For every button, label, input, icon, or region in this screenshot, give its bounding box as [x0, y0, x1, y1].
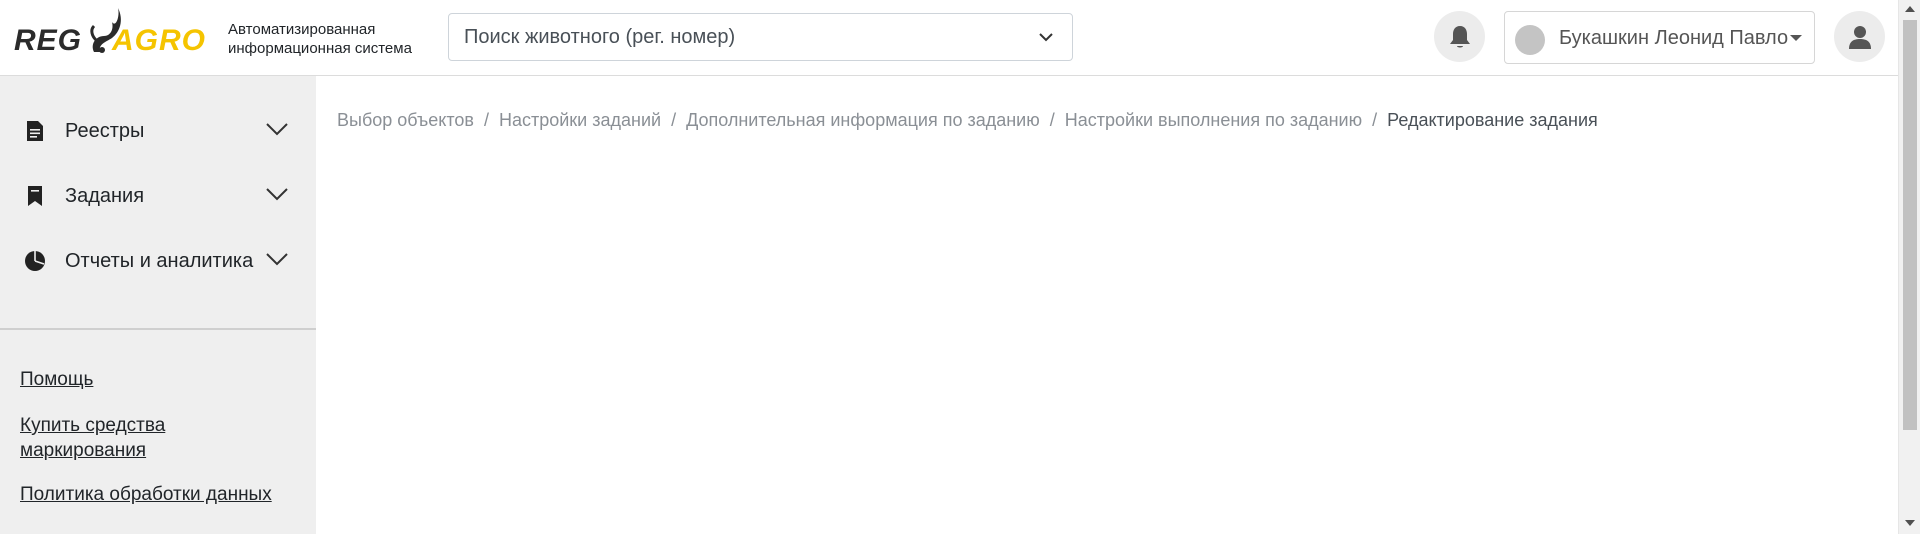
- bell-icon: [1449, 25, 1470, 47]
- animal-search-select[interactable]: [448, 13, 1073, 61]
- data-policy-link[interactable]: Политика обработки данных: [20, 482, 272, 507]
- sidebar-item-tasks[interactable]: Задания: [0, 165, 316, 225]
- chevron-down-icon[interactable]: [266, 187, 288, 201]
- breadcrumb-item[interactable]: Выбор объектов: [337, 110, 474, 131]
- breadcrumb-separator: /: [1049, 110, 1055, 130]
- profile-button[interactable]: [1834, 11, 1885, 62]
- chevron-down-icon[interactable]: [266, 122, 288, 136]
- document-icon: [24, 120, 46, 142]
- help-link[interactable]: Помощь: [20, 367, 93, 392]
- chevron-down-icon[interactable]: [1038, 29, 1054, 45]
- user-icon: [1848, 25, 1871, 49]
- scroll-down-arrow-icon[interactable]: [1905, 520, 1915, 526]
- regagro-logo[interactable]: REG AGRO: [14, 6, 214, 70]
- breadcrumb-separator: /: [1372, 110, 1378, 130]
- breadcrumb-item[interactable]: Дополнительная информация по заданию: [686, 110, 1040, 131]
- user-menu-dropdown[interactable]: Букашкин Леонид Павло: [1504, 11, 1815, 64]
- animal-search-input[interactable]: [449, 14, 1009, 60]
- sidebar-item-label: Реестры: [65, 120, 145, 142]
- breadcrumb-current: Редактирование задания: [1387, 110, 1598, 130]
- top-header: REG AGRO Автоматизированная информационн…: [0, 0, 1898, 76]
- chevron-down-icon[interactable]: [266, 252, 288, 266]
- breadcrumb-separator: /: [671, 110, 677, 130]
- sidebar-item-reports[interactable]: Отчеты и аналитика: [0, 230, 316, 290]
- scrollbar-thumb[interactable]: [1903, 20, 1917, 430]
- sidebar-divider: [0, 328, 316, 330]
- app-subtitle: Автоматизированная информационная систем…: [228, 21, 412, 57]
- page-scrollbar[interactable]: [1898, 0, 1920, 534]
- breadcrumb-separator: /: [483, 110, 489, 130]
- logo-reg-text: REG: [14, 24, 83, 57]
- sidebar-item-registries[interactable]: Реестры: [0, 100, 316, 160]
- breadcrumb: Выбор объектов / Настройки заданий / Доп…: [337, 110, 1598, 131]
- buy-marking-link[interactable]: Купить средства маркирования: [20, 413, 165, 463]
- avatar: [1515, 25, 1545, 55]
- caret-down-icon: [1790, 35, 1802, 41]
- pie-chart-icon: [24, 250, 46, 272]
- notifications-button[interactable]: [1434, 11, 1485, 62]
- breadcrumb-item[interactable]: Настройки выполнения по заданию: [1065, 110, 1362, 131]
- user-name: Букашкин Леонид Павло: [1559, 27, 1789, 49]
- sidebar-item-label: Задания: [65, 185, 145, 207]
- logo-agro-text: AGRO: [112, 24, 206, 57]
- sidebar: Реестры Задания Отчеты и аналитика Помощ…: [0, 76, 316, 534]
- scroll-up-arrow-icon[interactable]: [1905, 6, 1915, 12]
- sidebar-item-label: Отчеты и аналитика: [65, 250, 254, 272]
- breadcrumb-item[interactable]: Настройки заданий: [499, 110, 661, 131]
- bookmark-icon: [24, 185, 46, 207]
